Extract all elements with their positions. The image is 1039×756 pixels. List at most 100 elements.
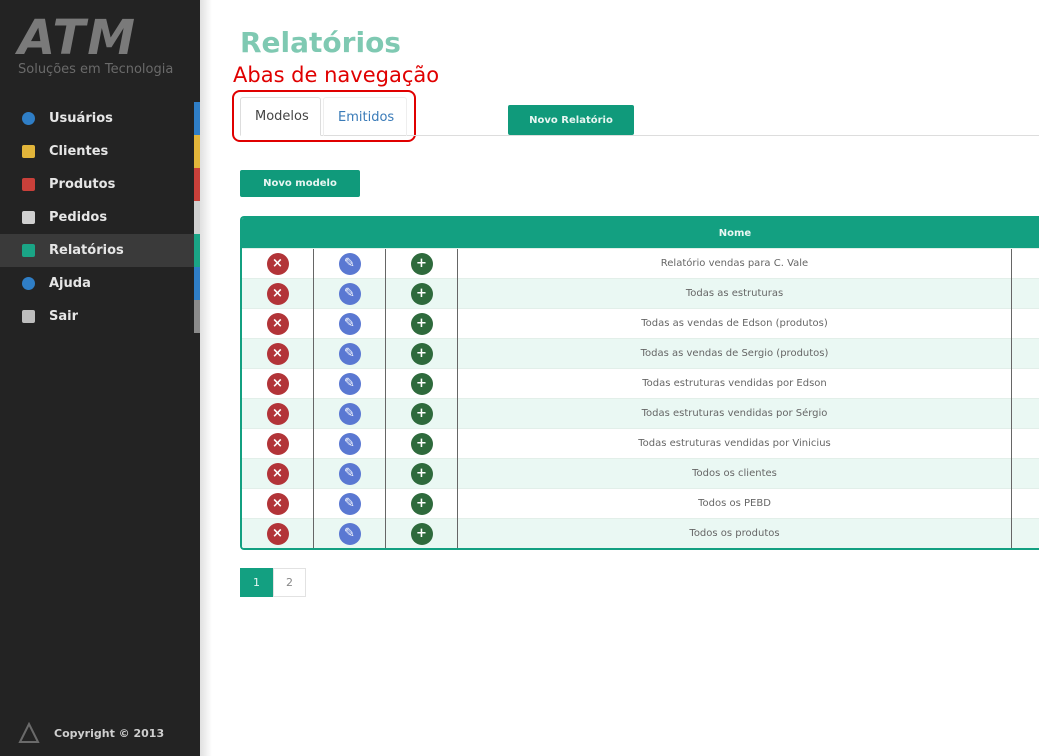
table-row: × ✎ + Todas estruturas vendidas por Sérgio [242, 398, 1039, 429]
logo: ATM Soluções em Tecnologia [18, 12, 188, 86]
edit-icon[interactable]: ✎ [338, 522, 361, 545]
row-extra-cell [1012, 399, 1039, 429]
add-icon[interactable]: + [410, 522, 433, 545]
delete-icon[interactable]: × [266, 432, 289, 455]
edit-icon[interactable]: ✎ [338, 492, 361, 515]
action-cell: + [386, 488, 458, 519]
sidebar: ATM Soluções em Tecnologia Usuários Clien… [0, 0, 200, 756]
sidebar-item-7[interactable]: Sair [0, 300, 200, 333]
table-header: Nome [242, 218, 1039, 248]
row-name: Todas as estruturas [458, 278, 1012, 309]
action-cell: + [386, 428, 458, 459]
row-name: Todas estruturas vendidas por Sérgio [458, 398, 1012, 429]
edit-icon[interactable]: ✎ [338, 372, 361, 395]
new-model-button[interactable]: Novo modelo [240, 170, 360, 197]
delete-icon[interactable]: × [266, 342, 289, 365]
edit-icon[interactable]: ✎ [338, 402, 361, 425]
add-icon[interactable]: + [410, 462, 433, 485]
row-extra-cell [1012, 279, 1039, 309]
row-name: Todos os PEBD [458, 488, 1012, 519]
sidebar-item-3[interactable]: Produtos [0, 168, 200, 201]
sidebar-item-1[interactable]: Usuários [0, 102, 200, 135]
home-icon [22, 112, 35, 125]
table-row: × ✎ + Todas as vendas de Edson (produtos) [242, 308, 1039, 339]
logo-text: ATM [18, 10, 138, 66]
action-cell: × [242, 248, 314, 279]
delete-icon[interactable]: × [266, 312, 289, 335]
action-cell: ✎ [314, 518, 386, 548]
row-extra-cell [1012, 429, 1039, 459]
tab-emitidos[interactable]: Emitidos [323, 97, 407, 136]
document-icon [22, 211, 35, 224]
delete-icon[interactable]: × [266, 402, 289, 425]
row-name: Todas estruturas vendidas por Edson [458, 368, 1012, 399]
action-cell: ✎ [314, 398, 386, 429]
delete-icon[interactable]: × [266, 462, 289, 485]
sidebar-item-6[interactable]: Ajuda [0, 267, 200, 300]
new-model-label: Novo modelo [263, 178, 337, 189]
delete-icon[interactable]: × [266, 492, 289, 515]
action-cell: + [386, 458, 458, 489]
add-icon[interactable]: + [410, 492, 433, 515]
sidebar-item-label: Clientes [49, 144, 109, 159]
row-extra-cell [1012, 339, 1039, 369]
new-report-label: Novo Relatório [529, 114, 613, 126]
add-icon[interactable]: + [410, 312, 433, 335]
action-cell: ✎ [314, 368, 386, 399]
action-cell: ✎ [314, 428, 386, 459]
sidebar-item-label: Usuários [49, 111, 113, 126]
edit-icon[interactable]: ✎ [338, 252, 361, 275]
edit-icon[interactable]: ✎ [338, 312, 361, 335]
action-cell: ✎ [314, 338, 386, 369]
help-icon [22, 277, 35, 290]
box-icon [22, 178, 35, 191]
sidebar-item-label: Pedidos [49, 210, 108, 225]
annotation-label: Abas de navegação [233, 63, 440, 87]
action-cell: × [242, 488, 314, 519]
table-row: × ✎ + Todos os clientes [242, 458, 1039, 489]
exit-icon [22, 310, 35, 323]
edit-icon[interactable]: ✎ [338, 282, 361, 305]
edit-icon[interactable]: ✎ [338, 342, 361, 365]
delete-icon[interactable]: × [266, 252, 289, 275]
add-icon[interactable]: + [410, 342, 433, 365]
sidebar-item-2[interactable]: Clientes [0, 135, 200, 168]
sidebar-item-5[interactable]: Relatórios [0, 234, 200, 267]
add-icon[interactable]: + [410, 372, 433, 395]
row-extra-cell [1012, 489, 1039, 519]
sidebar-item-4[interactable]: Pedidos [0, 201, 200, 234]
edit-icon[interactable]: ✎ [338, 432, 361, 455]
action-cell: ✎ [314, 308, 386, 339]
page-2-button[interactable]: 2 [273, 568, 306, 597]
table-row: × ✎ + Todas as estruturas [242, 278, 1039, 309]
table-row: × ✎ + Todos os produtos [242, 518, 1039, 548]
table-row: × ✎ + Todas estruturas vendidas por Viniciu… [242, 428, 1039, 459]
action-cell: × [242, 398, 314, 429]
action-cell: × [242, 368, 314, 399]
chart-icon [22, 244, 35, 257]
action-cell: + [386, 398, 458, 429]
delete-icon[interactable]: × [266, 282, 289, 305]
row-extra-cell [1012, 369, 1039, 399]
page-1-button[interactable]: 1 [240, 568, 273, 597]
add-icon[interactable]: + [410, 402, 433, 425]
table-row: × ✎ + Todos os PEBD [242, 488, 1039, 519]
delete-icon[interactable]: × [266, 372, 289, 395]
sidebar-nav: Usuários Clientes Produtos Pedidos Relatório… [0, 102, 200, 333]
action-cell: × [242, 428, 314, 459]
action-cell: + [386, 308, 458, 339]
row-extra-cell [1012, 309, 1039, 339]
delete-icon[interactable]: × [266, 522, 289, 545]
new-report-button[interactable]: Novo Relatório [508, 105, 634, 135]
action-cell: × [242, 518, 314, 548]
sidebar-item-label: Relatórios [49, 243, 124, 258]
pagination: 12 [240, 568, 306, 597]
tab-modelos[interactable]: Modelos [240, 97, 321, 136]
action-cell: × [242, 458, 314, 489]
sidebar-item-label: Produtos [49, 177, 116, 192]
add-icon[interactable]: + [410, 432, 433, 455]
add-icon[interactable]: + [410, 282, 433, 305]
edit-icon[interactable]: ✎ [338, 462, 361, 485]
copyright-text: Copyright © 2013 [54, 726, 165, 740]
add-icon[interactable]: + [410, 252, 433, 275]
